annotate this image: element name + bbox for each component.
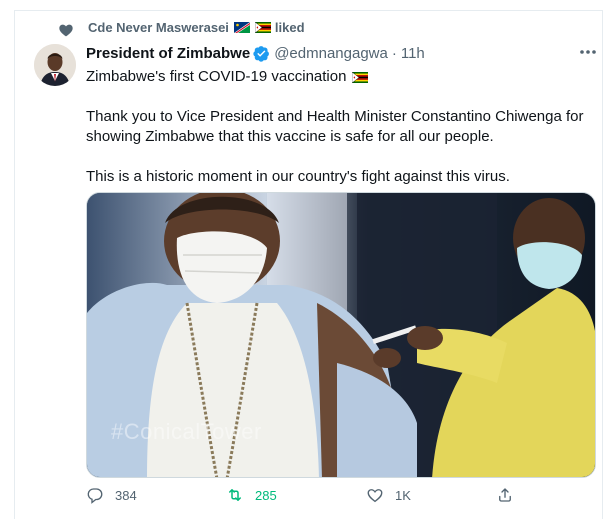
share-button[interactable] (496, 486, 514, 504)
tweet-actions-bar: 384 285 1K (86, 486, 526, 504)
social-context: Cde Never Maswerasei liked (58, 20, 305, 35)
more-options-icon[interactable] (576, 44, 600, 60)
tweet-timestamp[interactable]: 11h (401, 45, 425, 62)
like-count: 1K (395, 487, 411, 503)
social-context-name[interactable]: Cde Never Maswerasei (88, 20, 229, 35)
zimbabwe-flag-icon (352, 71, 369, 83)
avatar-image (34, 44, 76, 86)
tweet-text-paragraph: Thank you to Vice President and Health M… (86, 108, 584, 145)
author-name[interactable]: President of Zimbabwe (86, 45, 250, 62)
zimbabwe-flag-icon (254, 22, 271, 33)
separator-dot: · (391, 45, 397, 62)
tweet-text-paragraph: This is a historic moment in our country… (86, 168, 510, 185)
like-button[interactable]: 1K (366, 486, 496, 504)
author-handle[interactable]: @edmnangagwa (274, 45, 388, 62)
reply-button[interactable]: 384 (86, 486, 226, 504)
reply-count: 384 (115, 487, 137, 503)
avatar[interactable] (34, 44, 76, 86)
reply-icon (87, 488, 103, 504)
tweet-text-line1: Zimbabwe's first COVID-19 vaccination (86, 68, 347, 85)
share-icon (499, 488, 511, 502)
retweet-icon (229, 489, 241, 501)
retweet-count: 285 (255, 487, 277, 503)
tweet-text: Zimbabwe's first COVID-19 vaccination Th… (86, 67, 596, 187)
tweet-header: President of Zimbabwe @edmnangagwa · 11h (86, 45, 425, 62)
social-context-action: liked (274, 20, 305, 35)
namibia-flag-icon (233, 22, 250, 33)
media-watermark: #ConicalTower (111, 419, 262, 444)
verified-badge-icon (253, 46, 270, 62)
heart-icon (367, 489, 383, 503)
retweet-button[interactable]: 285 (226, 486, 366, 504)
tweet-media-photo[interactable]: #ConicalTower (86, 192, 596, 478)
